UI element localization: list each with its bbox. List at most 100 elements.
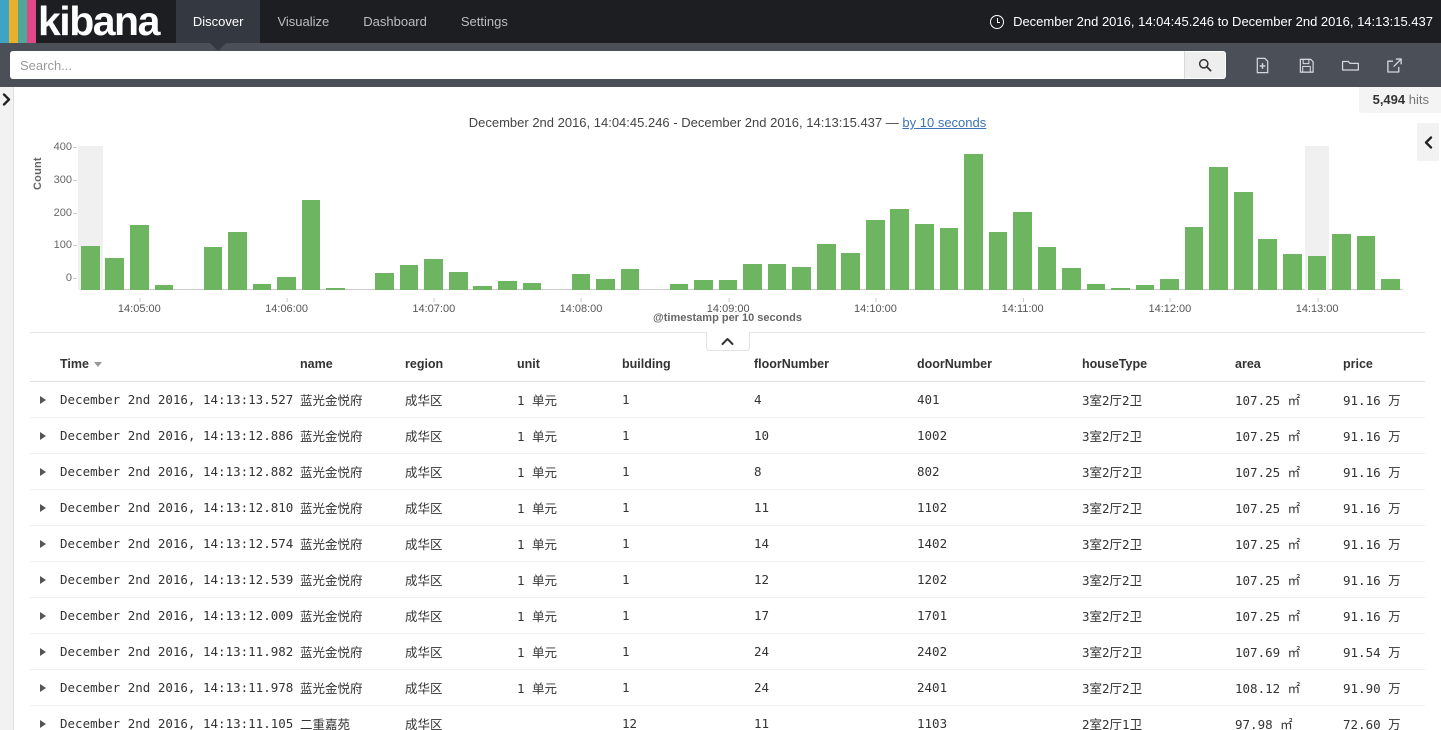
new-search-button[interactable]	[1240, 50, 1284, 80]
histogram-bar[interactable]	[1332, 233, 1351, 290]
sidebar-expand-toggle[interactable]	[0, 87, 14, 730]
histogram-bar-slot[interactable]	[274, 146, 299, 290]
histogram-bar-slot[interactable]	[471, 146, 496, 290]
histogram-bar[interactable]	[718, 279, 738, 290]
expand-row-triangle-icon[interactable]	[40, 683, 46, 692]
histogram-bar-slot[interactable]	[691, 146, 716, 290]
histogram-bar[interactable]	[1135, 285, 1155, 290]
histogram-bar-slot[interactable]	[1231, 146, 1256, 290]
expand-row-triangle-icon[interactable]	[40, 503, 46, 512]
histogram-bar-slot[interactable]	[716, 146, 741, 290]
histogram-bar-slot[interactable]	[348, 146, 373, 290]
histogram-bar[interactable]	[228, 231, 247, 290]
histogram-bar-slot[interactable]	[937, 146, 962, 290]
table-row[interactable]: December 2nd 2016, 14:13:12.886 蓝光金悦府 成华区 1…	[30, 417, 1425, 454]
histogram-bar[interactable]	[890, 208, 910, 290]
search-submit-button[interactable]	[1184, 51, 1226, 79]
histogram-bar-slot[interactable]	[78, 146, 103, 290]
table-header-area[interactable]: area	[1231, 351, 1339, 382]
histogram-bar[interactable]	[571, 274, 591, 290]
histogram-bar[interactable]	[130, 224, 149, 290]
table-row[interactable]: December 2nd 2016, 14:13:12.810 蓝光金悦府 成华区 1…	[30, 489, 1425, 526]
histogram-bar[interactable]	[424, 258, 444, 290]
histogram-bar-slot[interactable]	[1108, 146, 1133, 290]
search-input[interactable]	[10, 51, 1184, 79]
histogram-bar-slot[interactable]	[544, 146, 569, 290]
chart-collapse-right-button[interactable]	[1417, 123, 1439, 161]
row-expand-cell[interactable]	[30, 417, 56, 454]
histogram-bar-slot[interactable]	[1035, 146, 1060, 290]
table-header-unit[interactable]: unit	[513, 351, 618, 382]
histogram-bar[interactable]	[620, 268, 640, 290]
histogram-bar-slot[interactable]	[1280, 146, 1305, 290]
table-row[interactable]: December 2nd 2016, 14:13:11.982 蓝光金悦府 成华区 1…	[30, 633, 1425, 670]
histogram-bar-slot[interactable]	[961, 146, 986, 290]
histogram-bar[interactable]	[1184, 227, 1204, 290]
table-row[interactable]: December 2nd 2016, 14:13:11.978 蓝光金悦府 成华区 1…	[30, 669, 1425, 706]
histogram-bar-slot[interactable]	[1206, 146, 1231, 290]
save-search-button[interactable]	[1284, 50, 1328, 80]
histogram-bar[interactable]	[1307, 255, 1327, 290]
histogram-bar-slot[interactable]	[421, 146, 446, 290]
histogram-bar[interactable]	[277, 276, 296, 290]
histogram-bar[interactable]	[694, 280, 713, 290]
histogram-bar-slot[interactable]	[789, 146, 814, 290]
histogram-bar[interactable]	[1356, 236, 1376, 290]
histogram-bar[interactable]	[816, 243, 836, 290]
histogram-bar[interactable]	[964, 154, 983, 290]
table-row[interactable]: December 2nd 2016, 14:13:12.009 蓝光金悦府 成华区 1…	[30, 597, 1425, 634]
histogram-bar[interactable]	[252, 284, 272, 290]
table-header-houseType[interactable]: houseType	[1078, 351, 1231, 382]
histogram-bar[interactable]	[792, 267, 811, 290]
histogram-bar-slot[interactable]	[740, 146, 765, 290]
histogram-bar-slot[interactable]	[765, 146, 790, 290]
sort-caret-down-icon[interactable]	[93, 362, 102, 368]
expand-row-triangle-icon[interactable]	[40, 575, 46, 584]
time-range-picker[interactable]: December 2nd 2016, 14:04:45.246 to Decem…	[990, 0, 1441, 43]
histogram-bar[interactable]	[497, 280, 517, 290]
row-expand-cell[interactable]	[30, 381, 56, 418]
interval-link[interactable]: by 10 seconds	[902, 115, 986, 130]
histogram-bar-slot[interactable]	[618, 146, 643, 290]
nav-item-visualize[interactable]: Visualize	[260, 0, 346, 43]
histogram-bar-slot[interactable]	[127, 146, 152, 290]
histogram-bar[interactable]	[1111, 288, 1130, 290]
open-search-button[interactable]	[1328, 50, 1372, 80]
histogram-bar-slot[interactable]	[152, 146, 177, 290]
histogram-bar-slot[interactable]	[299, 146, 324, 290]
histogram-bar-slot[interactable]	[1084, 146, 1109, 290]
row-expand-cell[interactable]	[30, 705, 56, 730]
histogram-bar[interactable]	[375, 272, 394, 290]
histogram-bar[interactable]	[154, 285, 174, 290]
row-expand-cell[interactable]	[30, 525, 56, 562]
histogram-bar[interactable]	[841, 253, 861, 290]
expand-row-triangle-icon[interactable]	[40, 539, 46, 548]
histogram-bar[interactable]	[988, 231, 1008, 290]
histogram-bar[interactable]	[743, 263, 762, 290]
histogram-bar-slot[interactable]	[569, 146, 594, 290]
table-header-region[interactable]: region	[401, 351, 513, 382]
histogram-bar[interactable]	[596, 278, 615, 290]
histogram-bar-slot[interactable]	[838, 146, 863, 290]
histogram-bar[interactable]	[399, 265, 419, 290]
histogram-bar-slot[interactable]	[1329, 146, 1354, 290]
table-row[interactable]: December 2nd 2016, 14:13:12.882 蓝光金悦府 成华区 1…	[30, 453, 1425, 490]
histogram-bar-slot[interactable]	[1378, 146, 1403, 290]
histogram-bar-slot[interactable]	[912, 146, 937, 290]
histogram-bar[interactable]	[1258, 239, 1278, 290]
histogram-bar-slot[interactable]	[1157, 146, 1182, 290]
histogram-bar-slot[interactable]	[446, 146, 471, 290]
histogram-bar[interactable]	[939, 228, 959, 290]
histogram-bar-slot[interactable]	[397, 146, 422, 290]
histogram-bar[interactable]	[326, 288, 345, 290]
table-row[interactable]: December 2nd 2016, 14:13:11.105 二重嘉苑 成华区 12…	[30, 705, 1425, 730]
table-row[interactable]: December 2nd 2016, 14:13:13.527 蓝光金悦府 成华区 1…	[30, 381, 1425, 418]
row-expand-cell[interactable]	[30, 669, 56, 706]
nav-item-discover[interactable]: Discover	[175, 0, 261, 43]
histogram-bar[interactable]	[522, 283, 542, 290]
expand-row-triangle-icon[interactable]	[40, 719, 46, 728]
histogram-bar-slot[interactable]	[225, 146, 250, 290]
histogram-bar[interactable]	[1282, 254, 1302, 290]
table-header-price[interactable]: price	[1339, 351, 1425, 382]
histogram-bar-slot[interactable]	[520, 146, 545, 290]
